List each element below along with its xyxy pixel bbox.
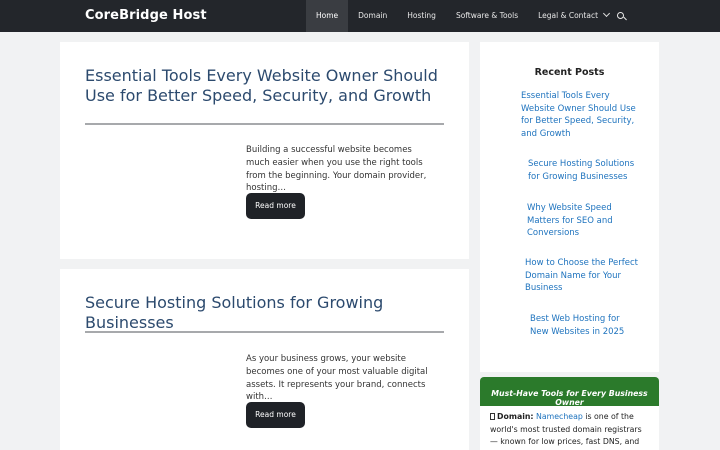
site-title[interactable]: CoreBridge Host (85, 0, 207, 32)
recent-post-link[interactable]: Why Website Speed Matters for SEO and Co… (527, 202, 627, 240)
promo-body: Domain: Namecheap is one of the world's … (480, 406, 659, 450)
article-excerpt: Building a successful website becomes mu… (246, 145, 427, 194)
recent-post-link[interactable]: How to Choose the Perfect Domain Name fo… (525, 257, 640, 295)
recent-post-link[interactable]: Essential Tools Every Website Owner Shou… (521, 90, 639, 141)
nav-legal-contact-label: Legal & Contact (538, 11, 599, 20)
promo-item-label: Domain: (497, 412, 534, 421)
box-icon (490, 413, 495, 420)
article-title[interactable]: Secure Hosting Solutions for Growing Bus… (85, 293, 455, 333)
nav-software-tools[interactable]: Software & Tools (446, 0, 528, 32)
search-button[interactable] (610, 0, 632, 32)
title-divider (85, 123, 444, 125)
title-divider (85, 331, 444, 333)
nav-domain[interactable]: Domain (348, 0, 397, 32)
nav-legal-contact[interactable]: Legal & Contact (528, 0, 619, 32)
namecheap-link[interactable]: Namecheap (536, 412, 583, 421)
tools-promo-widget: Must-Have Tools for Every Business Owner… (480, 377, 659, 450)
read-more-button[interactable]: Read more (246, 402, 305, 428)
read-more-button[interactable]: Read more (246, 193, 305, 219)
article-excerpt: As your business grows, your website bec… (246, 354, 428, 403)
main-nav: Home Domain Hosting Software & Tools Leg… (306, 0, 619, 32)
article-card: Secure Hosting Solutions for Growing Bus… (60, 269, 469, 450)
article-card: Essential Tools Every Website Owner Shou… (60, 42, 469, 259)
nav-home[interactable]: Home (306, 0, 349, 32)
nav-hosting[interactable]: Hosting (397, 0, 446, 32)
article-title[interactable]: Essential Tools Every Website Owner Shou… (85, 66, 455, 106)
recent-posts-widget: Recent Posts Essential Tools Every Websi… (480, 42, 659, 372)
chevron-down-icon (602, 9, 611, 18)
site-header: CoreBridge Host Home Domain Hosting Soft… (0, 0, 720, 32)
recent-post-link[interactable]: Best Web Hosting for New Websites in 202… (530, 313, 640, 338)
recent-post-link[interactable]: Secure Hosting Solutions for Growing Bus… (528, 158, 638, 183)
promo-title: Must-Have Tools for Every Business Owner (491, 389, 648, 407)
widget-heading: Recent Posts (534, 67, 605, 78)
